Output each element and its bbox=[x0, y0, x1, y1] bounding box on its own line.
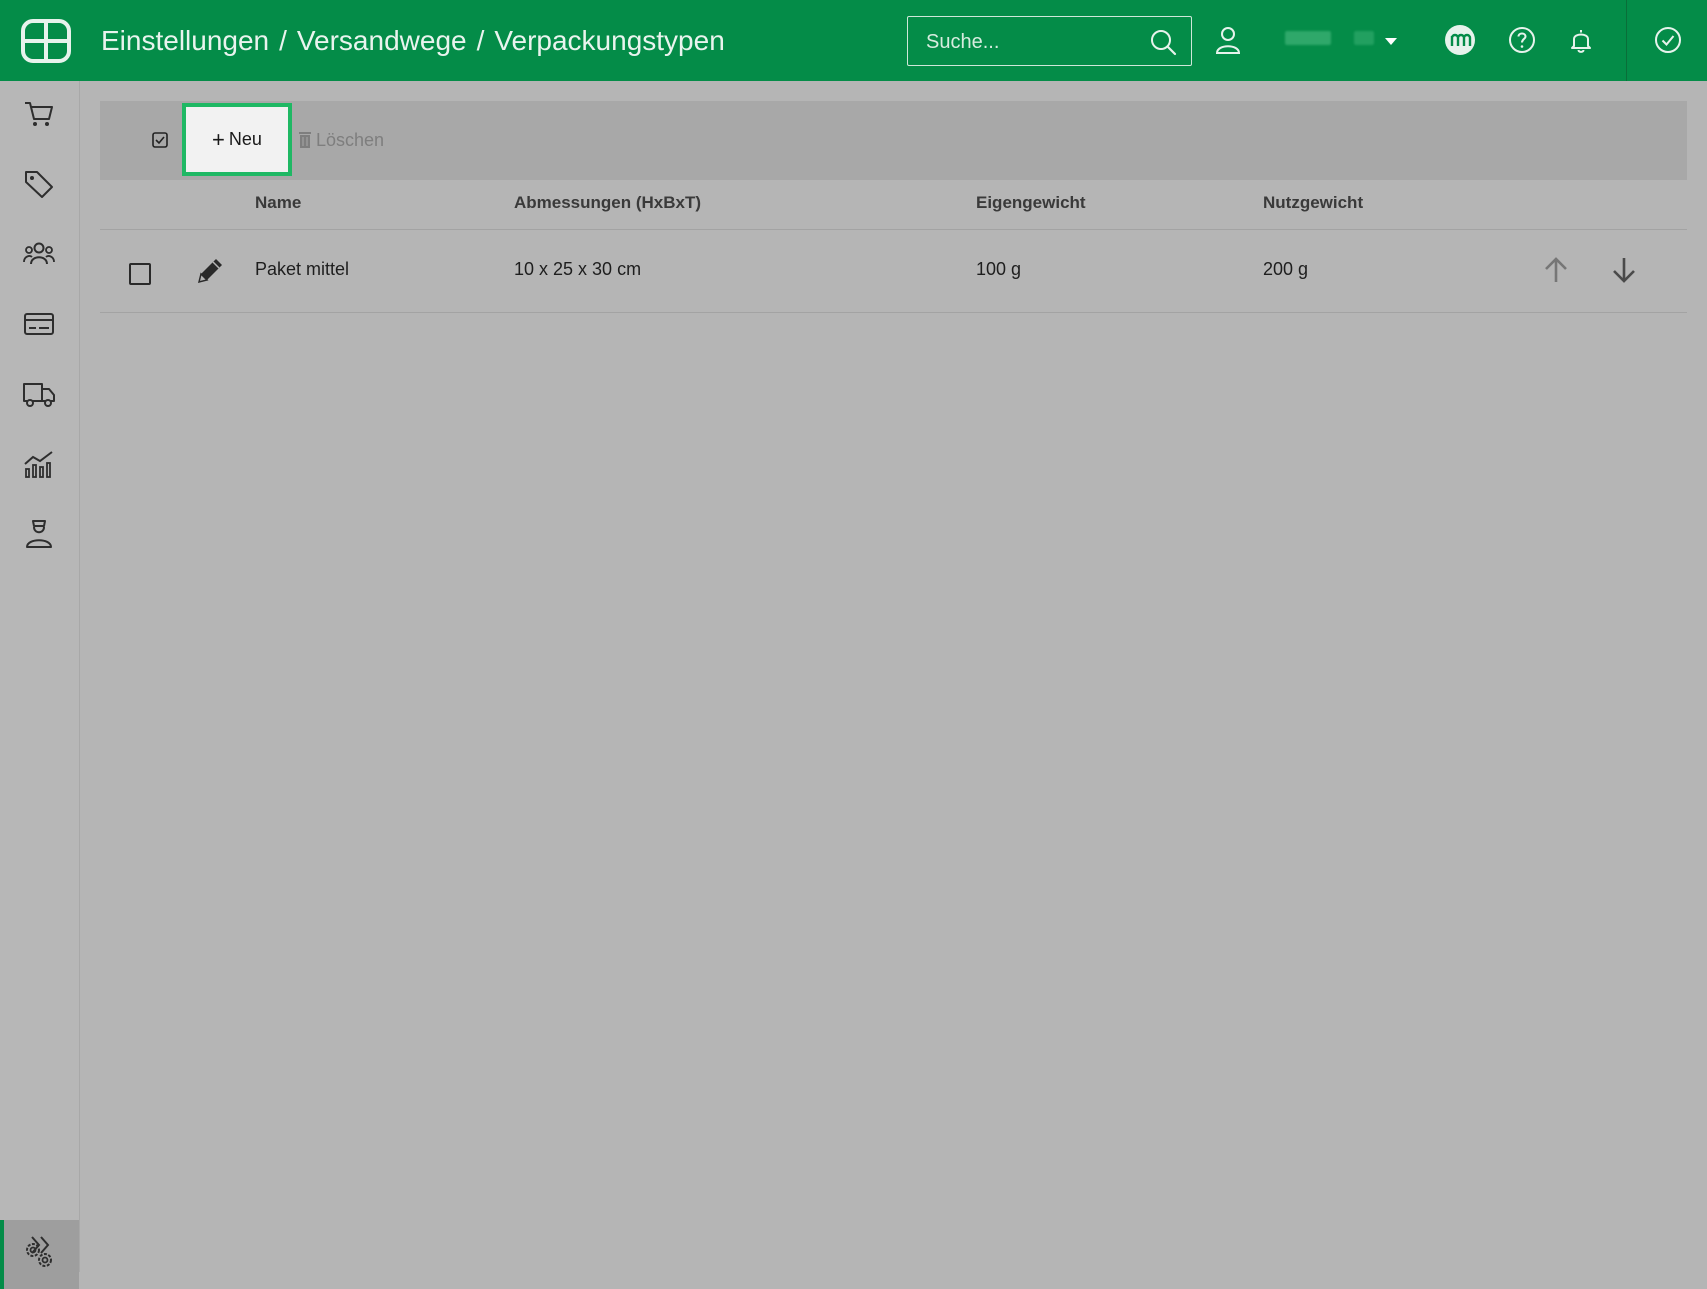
search-icon[interactable] bbox=[1149, 28, 1177, 56]
row-checkbox[interactable] bbox=[129, 263, 151, 285]
trash-icon bbox=[299, 132, 311, 148]
user-icon[interactable] bbox=[1212, 24, 1244, 56]
truck-icon[interactable] bbox=[22, 377, 56, 411]
column-header-dimensions[interactable]: Abmessungen (HxBxT) bbox=[514, 193, 701, 213]
users-icon[interactable] bbox=[22, 237, 56, 271]
delete-button[interactable]: Löschen bbox=[298, 127, 384, 153]
expand-icon[interactable] bbox=[24, 1228, 58, 1262]
topbar-divider bbox=[1626, 0, 1627, 81]
breadcrumb-separator: / bbox=[279, 25, 287, 56]
bell-icon[interactable] bbox=[1565, 24, 1597, 56]
cell-name: Paket mittel bbox=[255, 259, 350, 279]
breadcrumb-item-verpackungstypen: Verpackungstypen bbox=[494, 25, 725, 56]
breadcrumb: Einstellungen / Versandwege / Verpackungstyp… bbox=[101, 24, 725, 58]
delete-button-label: Löschen bbox=[316, 129, 385, 150]
check-circle-icon[interactable] bbox=[1652, 24, 1684, 56]
breadcrumb-separator: / bbox=[476, 25, 485, 56]
card-icon[interactable] bbox=[22, 307, 56, 341]
breadcrumb-item-einstellungen[interactable]: Einstellungen bbox=[101, 25, 269, 56]
plus-icon: + bbox=[212, 126, 225, 152]
table-toolbar: + Neu Löschen bbox=[100, 101, 1687, 180]
chart-icon[interactable] bbox=[22, 447, 56, 481]
active-indicator bbox=[0, 1220, 4, 1289]
tag-icon[interactable] bbox=[22, 167, 56, 201]
select-all-checkbox[interactable] bbox=[152, 132, 168, 148]
arrow-up-icon[interactable] bbox=[1540, 254, 1572, 286]
chevron-down-icon[interactable] bbox=[1385, 38, 1397, 45]
table-header: Name Abmessungen (HxBxT) Eigengewicht Nu… bbox=[100, 180, 1687, 230]
user-name-redacted[interactable] bbox=[1285, 31, 1331, 45]
top-bar: Einstellungen / Versandwege / Verpackungstyp… bbox=[0, 0, 1707, 81]
user-tenant-redacted[interactable] bbox=[1354, 31, 1374, 45]
search-input[interactable]: Suche... bbox=[907, 16, 1192, 66]
breadcrumb-item-versandwege[interactable]: Versandwege bbox=[297, 25, 467, 56]
cell-payload: 200 g bbox=[1263, 259, 1309, 279]
new-button-label: Neu bbox=[228, 129, 262, 149]
cell-dimensions: 10 x 25 x 30 cm bbox=[514, 259, 642, 279]
table-row[interactable]: Paket mittel 10 x 25 x 30 cm 100 g 200 g bbox=[100, 230, 1687, 313]
column-header-own-weight[interactable]: Eigengewicht bbox=[976, 193, 1086, 213]
column-header-payload[interactable]: Nutzgewicht bbox=[1263, 193, 1363, 213]
help-icon[interactable] bbox=[1506, 24, 1538, 56]
logo-badge-icon[interactable] bbox=[1444, 24, 1476, 56]
agent-icon[interactable] bbox=[22, 517, 56, 551]
sidebar bbox=[0, 81, 80, 1289]
search-placeholder: Suche... bbox=[926, 31, 1000, 53]
new-button[interactable]: + Neu bbox=[182, 103, 292, 176]
column-header-name[interactable]: Name bbox=[255, 193, 301, 213]
cell-own-weight: 100 g bbox=[976, 259, 1022, 279]
cart-icon[interactable] bbox=[22, 97, 56, 131]
arrow-down-icon[interactable] bbox=[1608, 254, 1640, 286]
pencil-icon[interactable] bbox=[193, 254, 227, 288]
app-logo-icon[interactable] bbox=[20, 18, 72, 64]
